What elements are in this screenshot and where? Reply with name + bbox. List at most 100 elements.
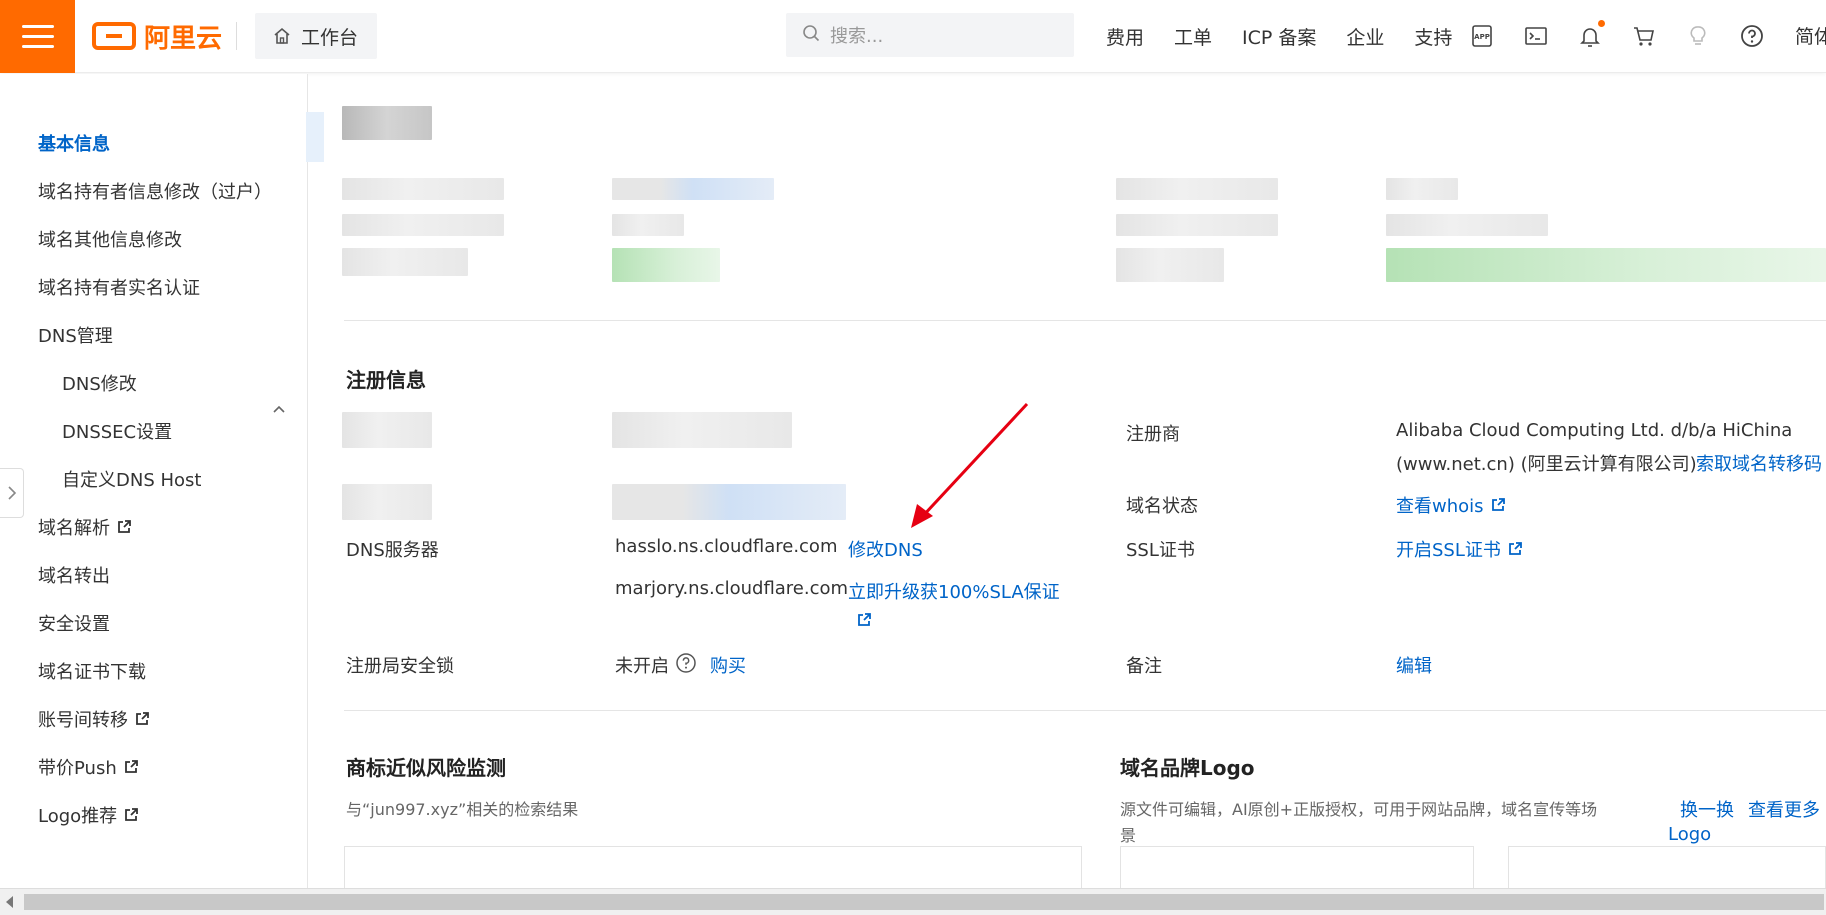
registrar-value-line2: (www.net.cn) (阿里云计算有限公司) [1396,454,1697,475]
external-link-icon [123,807,139,823]
sidebar-item-label: 带价Push [38,758,117,779]
redacted-block [342,106,432,140]
registration-title: 注册信息 [346,368,426,392]
sidebar-item-dns-modify[interactable]: DNS修改 [62,370,137,396]
sidebar-collapse-toggle[interactable] [0,468,24,518]
dns-server-1: hasslo.ns.cloudflare.com [615,536,838,557]
sidebar-item-dns-management[interactable]: DNS管理 [38,322,113,348]
modify-dns-link[interactable]: 修改DNS [848,536,923,562]
sidebar-item-label: 自定义DNS Host [62,470,202,491]
whois-link[interactable]: 查看whois [1396,492,1506,518]
sidebar-item-label: 域名解析 [38,518,110,539]
view-more-logo-link[interactable]: 查看更多 [1748,796,1820,822]
cart-icon[interactable] [1632,24,1656,48]
sidebar-item-label: 域名其他信息修改 [38,230,182,251]
external-link-icon [116,519,132,535]
transfer-code-link[interactable]: 索取域名转移码 [1696,450,1822,476]
scrollbar-thumb[interactable] [24,894,1824,910]
sidebar-item-custom-dns-host[interactable]: 自定义DNS Host [62,466,201,492]
sidebar-item-security[interactable]: 安全设置 [38,610,110,636]
view-more-logo-link-line2[interactable]: Logo [1668,824,1711,845]
home-icon [273,27,291,45]
external-link-icon[interactable] [856,612,872,628]
sidebar-item-other-info[interactable]: 域名其他信息修改 [38,226,182,252]
sidebar-item-label: DNS管理 [38,326,113,347]
app-icon[interactable]: APP [1470,24,1494,48]
workbench-label: 工作台 [301,26,359,49]
sidebar-item-certificate[interactable]: 域名证书下载 [38,658,146,684]
sidebar-item-logo-recommend[interactable]: Logo推荐 [38,802,139,828]
lightbulb-icon[interactable] [1686,24,1710,48]
sidebar-item-label: DNSSEC设置 [62,422,173,443]
sidebar-item-dns-resolve[interactable]: 域名解析 [38,514,132,540]
divider [344,710,1826,711]
redacted-block [1386,248,1826,282]
svg-text:APP: APP [1474,33,1490,41]
sidebar-item-price-push[interactable]: 带价Push [38,754,139,780]
nav-fees[interactable]: 费用 [1106,23,1144,50]
redacted-block [1116,178,1278,200]
external-link-icon [123,759,139,775]
registry-lock-status: 未开启 [615,656,669,677]
sidebar-item-label: 域名转出 [38,566,110,587]
redacted-block [612,248,720,282]
upgrade-sla-link[interactable]: 立即升级获100%SLA保证 [848,578,1060,604]
nav-support[interactable]: 支持 [1414,23,1452,50]
sidebar-item-owner-transfer[interactable]: 域名持有者信息修改（过户） [38,178,272,204]
external-link-icon [134,711,150,727]
ssl-label: SSL证书 [1126,540,1195,561]
sidebar: 基本信息 域名持有者信息修改（过户） 域名其他信息修改 域名持有者实名认证 DN… [0,74,308,888]
brand-logo-desc-line2: 景 [1120,826,1137,845]
horizontal-scrollbar[interactable] [0,888,1826,915]
language-switch[interactable]: 简体 [1795,22,1826,49]
logo-text: 阿里云 [144,23,223,54]
question-icon[interactable] [675,652,697,678]
scroll-left-icon[interactable] [6,896,13,908]
registrar-value-line1: Alibaba Cloud Computing Ltd. d/b/a HiChi… [1396,420,1793,441]
notification-dot [1598,20,1605,27]
top-nav: 费用 工单 ICP 备案 企业 支持 [1106,20,1452,52]
top-bar: 阿里云 工作台 搜索... 费用 工单 ICP 备案 企业 支持 APP 简体 [0,0,1826,73]
registry-lock-label: 注册局安全锁 [346,656,454,677]
nav-tickets[interactable]: 工单 [1174,23,1212,50]
sidebar-item-label: 账号间转移 [38,710,128,731]
redacted-block [1386,214,1548,236]
sidebar-item-dnssec[interactable]: DNSSEC设置 [62,418,172,444]
nav-enterprise[interactable]: 企业 [1346,23,1384,50]
edit-note-link[interactable]: 编辑 [1396,652,1432,678]
search-input[interactable]: 搜索... [786,13,1074,57]
redacted-block [1386,178,1458,200]
redacted-block [612,412,792,448]
sidebar-item-transfer-out[interactable]: 域名转出 [38,562,110,588]
redacted-block [342,248,468,276]
sidebar-item-basic-info[interactable]: 基本信息 [38,130,110,156]
sidebar-item-label: 域名持有者信息修改（过户） [38,182,272,203]
terminal-icon[interactable] [1524,24,1548,48]
help-icon[interactable] [1740,24,1764,48]
sidebar-item-label: 域名持有者实名认证 [38,278,200,299]
sidebar-item-label: 安全设置 [38,614,110,635]
swap-logo-link[interactable]: 换一换 [1680,796,1734,822]
main-content: 注册信息 DNS服务器 hasslo.ns.cloudflare.com mar… [320,74,1826,906]
menu-icon[interactable] [0,0,75,73]
logo-mark [92,22,136,50]
redacted-block [342,214,504,236]
trademark-title: 商标近似风险监测 [346,756,506,780]
logo-divider [236,22,237,50]
redacted-block [342,178,504,200]
aliyun-logo[interactable]: 阿里云 [92,18,222,54]
redacted-block [1116,214,1278,236]
buy-lock-link[interactable]: 购买 [710,652,746,678]
ssl-link[interactable]: 开启SSL证书 [1396,536,1523,562]
workbench-button[interactable]: 工作台 [255,13,377,59]
chevron-up-icon[interactable] [272,402,286,416]
sidebar-item-account-transfer[interactable]: 账号间转移 [38,706,150,732]
sidebar-item-realname[interactable]: 域名持有者实名认证 [38,274,200,300]
bell-icon[interactable] [1578,20,1605,48]
sidebar-item-label: Logo推荐 [38,806,118,827]
brand-logo-title: 域名品牌Logo [1120,756,1255,780]
sidebar-item-label: DNS修改 [62,374,137,395]
registrar-label: 注册商 [1126,424,1180,445]
redacted-block [342,412,432,448]
nav-icp[interactable]: ICP 备案 [1242,23,1316,50]
